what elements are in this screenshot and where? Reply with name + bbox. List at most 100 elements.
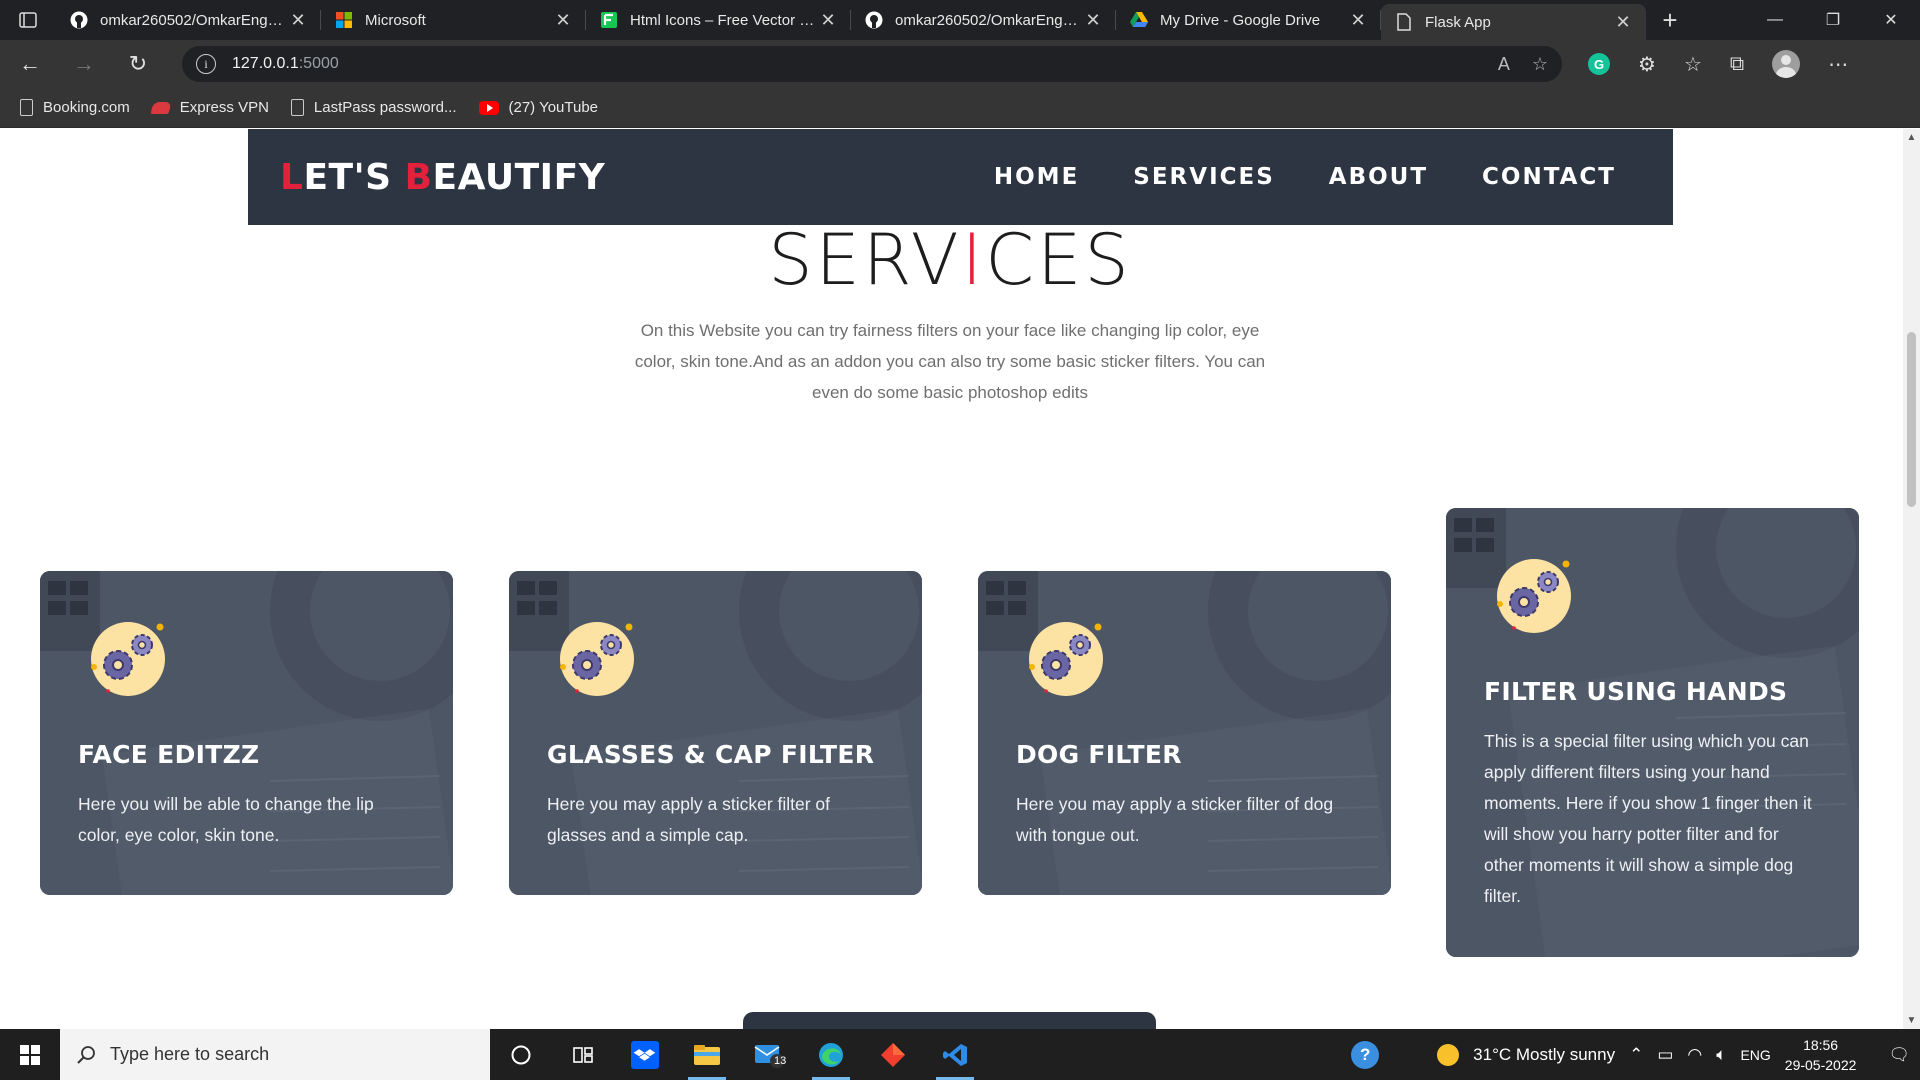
service-card-filter-using-hands[interactable]: FILTER USING HANDS This is a special fil…	[1446, 508, 1859, 957]
site-navbar: LET'S BEAUTIFY HOME SERVICES ABOUT CONTA…	[248, 129, 1673, 225]
task-view-icon[interactable]	[552, 1029, 614, 1080]
clock[interactable]: 18:56 29-05-2022	[1785, 1035, 1857, 1075]
edge-browser-icon[interactable]	[800, 1029, 862, 1080]
service-card-face-editzz[interactable]: FACE EDITZZ Here you will be able to cha…	[40, 571, 453, 895]
nav-about-link[interactable]: ABOUT	[1329, 164, 1428, 190]
bookmark-booking[interactable]: Booking.com	[20, 99, 130, 116]
mail-icon[interactable]: 13	[738, 1029, 800, 1080]
close-icon[interactable]: ✕	[1612, 12, 1634, 33]
close-icon[interactable]: ✕	[1082, 10, 1104, 31]
url-input[interactable]: i 127.0.0.1:5000 A ☆	[182, 46, 1562, 82]
favorite-star-icon[interactable]: ☆	[1532, 54, 1548, 75]
help-icon[interactable]: ?	[1351, 1040, 1380, 1069]
tab-actions-icon[interactable]	[0, 0, 56, 40]
app-diamond-icon[interactable]	[862, 1029, 924, 1080]
dropbox-icon[interactable]	[614, 1029, 676, 1080]
card-text: Here you may apply a sticker filter of d…	[1016, 794, 1334, 845]
scrollbar-thumb[interactable]	[1907, 332, 1916, 507]
new-tab-button[interactable]: +	[1646, 5, 1694, 36]
card-title: FACE EDITZZ	[78, 740, 260, 769]
tab-google-drive[interactable]: My Drive - Google Drive ✕	[1116, 0, 1381, 40]
windows-start-icon[interactable]	[0, 1029, 60, 1080]
bookmark-label: LastPass password...	[313, 99, 457, 116]
tab-microsoft[interactable]: Microsoft ✕	[321, 0, 586, 40]
tab-title: Flask App	[1425, 13, 1491, 31]
vscode-icon[interactable]	[924, 1029, 986, 1080]
close-window-icon[interactable]: ✕	[1862, 0, 1920, 40]
close-icon[interactable]: ✕	[1347, 10, 1369, 31]
services-heading: SERVICES	[0, 219, 1900, 301]
site-logo[interactable]: LET'S BEAUTIFY	[280, 157, 605, 198]
site-info-icon[interactable]: i	[196, 54, 216, 74]
expressvpn-icon	[150, 101, 172, 114]
cortana-icon[interactable]	[490, 1029, 552, 1080]
close-icon[interactable]: ✕	[552, 10, 574, 31]
close-icon[interactable]: ✕	[817, 10, 839, 31]
window-controls: — ❐ ✕	[1746, 0, 1920, 40]
nav-home-link[interactable]: HOME	[994, 164, 1079, 190]
bookmark-expressvpn[interactable]: Express VPN	[150, 99, 269, 116]
browser-tab-bar: omkar260502/OmkarEngage ✕ Microsoft ✕ Ht…	[0, 0, 1920, 40]
language-indicator[interactable]: ENG	[1740, 1047, 1770, 1063]
windows-taskbar: Type here to search 13 ? 31°C Mostly sun…	[0, 1029, 1920, 1080]
search-placeholder: Type here to search	[110, 1044, 270, 1064]
card-title: FILTER USING HANDS	[1484, 677, 1788, 706]
flaticon-icon	[600, 11, 618, 29]
scroll-down-icon[interactable]: ▼	[1903, 1012, 1920, 1029]
extensions-icon[interactable]: ⚙	[1638, 52, 1656, 77]
youtube-icon	[478, 100, 499, 115]
battery-icon[interactable]: ▭	[1657, 1045, 1673, 1065]
weather-sun-icon[interactable]	[1437, 1043, 1460, 1066]
notifications-icon[interactable]: 🗨︎	[1888, 1045, 1910, 1065]
card-text: Here you may apply a sticker filter of g…	[547, 794, 831, 845]
back-arrow-icon[interactable]: ←	[6, 40, 54, 88]
microsoft-icon	[335, 11, 353, 29]
grammarly-icon[interactable]: G	[1588, 53, 1610, 75]
google-drive-icon	[1130, 11, 1148, 29]
site-menu: HOME SERVICES ABOUT CONTACT	[994, 164, 1616, 190]
bookmark-youtube[interactable]: (27) YouTube	[478, 99, 599, 116]
close-icon[interactable]: ✕	[287, 10, 309, 31]
read-aloud-icon[interactable]: A	[1498, 54, 1510, 75]
system-tray: ? 31°C Mostly sunny ⌃ ▭ ◠ 🔈︎ ENG 18:56 2…	[1351, 1035, 1920, 1075]
bookmark-lastpass[interactable]: LastPass password...	[290, 99, 457, 116]
more-menu-icon[interactable]: ⋯	[1828, 52, 1848, 77]
tab-flask-app[interactable]: Flask App ✕	[1381, 4, 1646, 40]
forward-arrow-icon[interactable]: →	[60, 40, 108, 88]
minimize-icon[interactable]: —	[1746, 0, 1804, 40]
chevron-up-icon[interactable]: ⌃	[1629, 1045, 1643, 1065]
collections-icon[interactable]: ⧉	[1730, 53, 1744, 76]
page-viewport: LET'S BEAUTIFY HOME SERVICES ABOUT CONTA…	[0, 129, 1920, 1029]
tab-title: My Drive - Google Drive	[1160, 11, 1321, 29]
scroll-up-icon[interactable]: ▲	[1903, 129, 1920, 146]
github-icon	[865, 11, 883, 29]
card-text: This is a special filter using which you…	[1484, 731, 1812, 906]
page-scrollbar[interactable]: ▲ ▼	[1903, 129, 1920, 1029]
tab-github-1[interactable]: omkar260502/OmkarEngage ✕	[56, 0, 321, 40]
card-title: GLASSES & CAP FILTER	[547, 740, 875, 769]
heading-accent: I	[961, 219, 986, 301]
refresh-icon[interactable]: ↻	[114, 40, 162, 88]
tab-flaticon[interactable]: Html Icons – Free Vector Downloads ✕	[586, 0, 851, 40]
gears-icon	[1028, 621, 1104, 697]
service-card-glasses-cap[interactable]: GLASSES & CAP FILTER Here you may apply …	[509, 571, 922, 895]
favorites-icon[interactable]: ☆	[1684, 52, 1702, 77]
gears-icon	[559, 621, 635, 697]
tab-github-2[interactable]: omkar260502/OmkarEngage ✕	[851, 0, 1116, 40]
search-icon	[77, 1045, 95, 1064]
wifi-icon[interactable]: ◠	[1687, 1045, 1702, 1065]
taskbar-search-input[interactable]: Type here to search	[60, 1029, 490, 1080]
bookmark-label: Booking.com	[43, 99, 130, 116]
service-card-dog-filter[interactable]: DOG FILTER Here you may apply a sticker …	[978, 571, 1391, 895]
file-explorer-icon[interactable]	[676, 1029, 738, 1080]
tab-title: omkar260502/OmkarEngage	[895, 11, 1082, 29]
url-host: 127.0.0.1	[232, 55, 299, 72]
restore-icon[interactable]: ❐	[1804, 0, 1862, 40]
bookmark-label: Express VPN	[179, 99, 269, 116]
bookmark-label: (27) YouTube	[508, 99, 599, 116]
weather-text[interactable]: 31°C Mostly sunny	[1473, 1045, 1615, 1065]
nav-contact-link[interactable]: CONTACT	[1482, 164, 1616, 190]
volume-icon[interactable]: 🔈︎	[1716, 1045, 1726, 1065]
profile-avatar[interactable]	[1772, 50, 1801, 78]
nav-services-link[interactable]: SERVICES	[1133, 164, 1275, 190]
